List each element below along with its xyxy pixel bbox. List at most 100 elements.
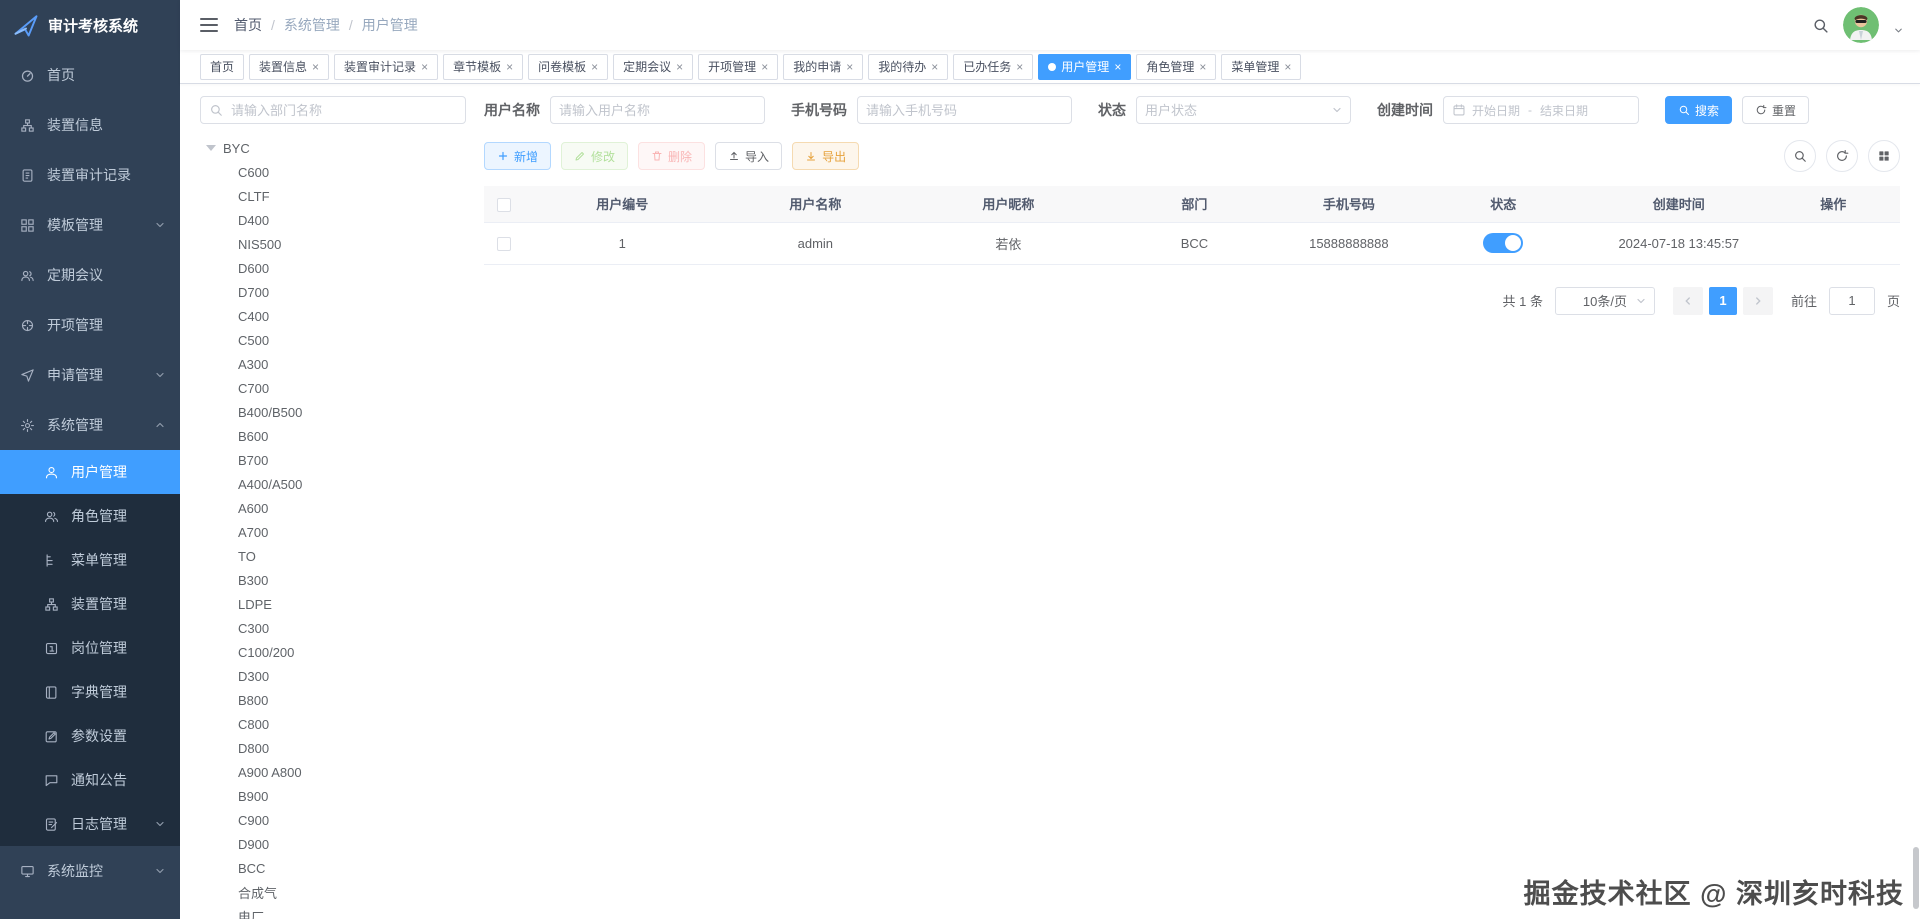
tree-node[interactable]: D400 [200, 208, 466, 232]
sidebar-item-regular-meeting[interactable]: 定期会议 [0, 250, 180, 300]
tree-node[interactable]: CLTF [200, 184, 466, 208]
tree-node[interactable]: B700 [200, 448, 466, 472]
search-icon[interactable] [1812, 17, 1829, 34]
tree-node[interactable]: A700 [200, 520, 466, 544]
page-number-button[interactable]: 1 [1708, 286, 1737, 315]
refresh-button[interactable] [1826, 140, 1858, 172]
tree-node[interactable]: A300 [200, 352, 466, 376]
tree-node-root[interactable]: BYC [200, 136, 466, 160]
breadcrumb-item[interactable]: 首页 [234, 15, 262, 35]
close-icon[interactable]: × [1199, 61, 1206, 73]
sidebar-item-system-monitor[interactable]: 系统监控 [0, 846, 180, 896]
tab-home[interactable]: 首页 [200, 53, 245, 80]
sidebar-item-system-mgmt[interactable]: 系统管理 [0, 400, 180, 450]
sidebar-item-dict-mgmt[interactable]: 字典管理 [0, 670, 180, 714]
import-button[interactable]: 导入 [715, 142, 783, 170]
avatar[interactable] [1843, 7, 1879, 43]
goto-page-input[interactable] [1828, 286, 1875, 315]
tree-node[interactable]: D300 [200, 664, 466, 688]
tree-node[interactable]: LDPE [200, 592, 466, 616]
reset-button[interactable]: 重置 [1742, 96, 1810, 124]
close-icon[interactable]: × [591, 61, 598, 73]
sidebar-item-notice[interactable]: 通知公告 [0, 758, 180, 802]
sidebar-item-role-mgmt[interactable]: 角色管理 [0, 494, 180, 538]
username-input[interactable] [551, 97, 764, 123]
page-size-select[interactable]: 10条/页 [1554, 286, 1655, 315]
edit-button[interactable]: 修改 [561, 142, 629, 170]
tree-node[interactable]: C300 [200, 616, 466, 640]
status-toggle[interactable] [1483, 233, 1524, 253]
tab-questionnaire-template[interactable]: 问卷模板 × [528, 53, 609, 80]
date-range-picker[interactable]: 开始日期 - 结束日期 [1443, 96, 1639, 124]
tree-node[interactable]: D800 [200, 736, 466, 760]
tree-node[interactable]: D900 [200, 832, 466, 856]
tree-node[interactable]: D700 [200, 280, 466, 304]
tree-node[interactable]: D600 [200, 256, 466, 280]
close-icon[interactable]: × [931, 61, 938, 73]
sidebar-item-menu-mgmt[interactable]: 菜单管理 [0, 538, 180, 582]
tree-node[interactable]: 电厂 [200, 904, 466, 919]
tree-node[interactable]: B400/B500 [200, 400, 466, 424]
sidebar-item-open-item-mgmt[interactable]: 开项管理 [0, 300, 180, 350]
sidebar-item-post-mgmt[interactable]: 岗位管理 [0, 626, 180, 670]
export-button[interactable]: 导出 [792, 142, 860, 170]
tab-done-tasks[interactable]: 已办任务 × [953, 53, 1034, 80]
tab-user-mgmt[interactable]: 用户管理 × [1038, 53, 1132, 80]
close-icon[interactable]: × [506, 61, 513, 73]
close-icon[interactable]: × [761, 61, 768, 73]
close-icon[interactable]: × [1016, 61, 1023, 73]
sidebar-item-param-settings[interactable]: 参数设置 [0, 714, 180, 758]
tab-role-mgmt[interactable]: 角色管理 × [1136, 53, 1217, 80]
tab-device-audit-log[interactable]: 装置审计记录 × [334, 53, 439, 80]
tree-node[interactable]: C800 [200, 712, 466, 736]
sidebar-item-application-mgmt[interactable]: 申请管理 [0, 350, 180, 400]
tree-node[interactable]: C400 [200, 304, 466, 328]
columns-button[interactable] [1868, 140, 1900, 172]
close-icon[interactable]: × [1284, 61, 1291, 73]
tab-chapter-template[interactable]: 章节模板 × [443, 53, 524, 80]
tree-node[interactable]: A400/A500 [200, 472, 466, 496]
tree-node[interactable]: A600 [200, 496, 466, 520]
select-all-checkbox[interactable] [497, 197, 511, 212]
tree-node[interactable]: C500 [200, 328, 466, 352]
status-select[interactable] [1136, 96, 1351, 124]
tree-node[interactable]: C600 [200, 160, 466, 184]
tree-node[interactable]: B800 [200, 688, 466, 712]
tree-node[interactable]: A900 A800 [200, 760, 466, 784]
close-icon[interactable]: × [421, 61, 428, 73]
tree-node[interactable]: NIS500 [200, 232, 466, 256]
sidebar-item-device-audit-log[interactable]: 装置审计记录 [0, 150, 180, 200]
close-icon[interactable]: × [312, 61, 319, 73]
close-icon[interactable]: × [1114, 61, 1121, 73]
tab-my-todo[interactable]: 我的待办 × [868, 53, 949, 80]
tree-node[interactable]: B300 [200, 568, 466, 592]
avatar-caret-icon[interactable] [1893, 25, 1904, 36]
tree-node[interactable]: BCC [200, 856, 466, 880]
delete-button[interactable]: 删除 [638, 142, 706, 170]
hamburger-icon[interactable] [200, 18, 218, 32]
tree-node[interactable]: C900 [200, 808, 466, 832]
tree-node[interactable]: C100/200 [200, 640, 466, 664]
tree-node[interactable]: B900 [200, 784, 466, 808]
next-page-button[interactable] [1742, 286, 1773, 315]
row-checkbox[interactable] [497, 236, 511, 251]
sidebar-item-home[interactable]: 首页 [0, 50, 180, 100]
phone-input[interactable] [858, 97, 1071, 123]
add-button[interactable]: 新增 [484, 142, 552, 170]
sidebar-item-template-mgmt[interactable]: 模板管理 [0, 200, 180, 250]
tab-device-info[interactable]: 装置信息 × [249, 53, 330, 80]
sidebar-item-device-mgmt[interactable]: 装置管理 [0, 582, 180, 626]
tree-node[interactable]: 合成气 [200, 880, 466, 904]
show-search-button[interactable] [1784, 140, 1816, 172]
sidebar-item-device-info[interactable]: 装置信息 [0, 100, 180, 150]
prev-page-button[interactable] [1672, 286, 1703, 315]
tree-node[interactable]: C700 [200, 376, 466, 400]
tree-expand-caret-icon[interactable] [206, 145, 216, 151]
tab-open-item-mgmt[interactable]: 开项管理 × [698, 53, 779, 80]
status-select-input[interactable] [1137, 97, 1350, 123]
close-icon[interactable]: × [676, 61, 683, 73]
tab-my-application[interactable]: 我的申请 × [783, 53, 864, 80]
sidebar-item-log-mgmt[interactable]: 日志管理 [0, 802, 180, 846]
tab-menu-mgmt[interactable]: 菜单管理 × [1221, 53, 1302, 80]
sidebar-item-user-mgmt[interactable]: 用户管理 [0, 450, 180, 494]
